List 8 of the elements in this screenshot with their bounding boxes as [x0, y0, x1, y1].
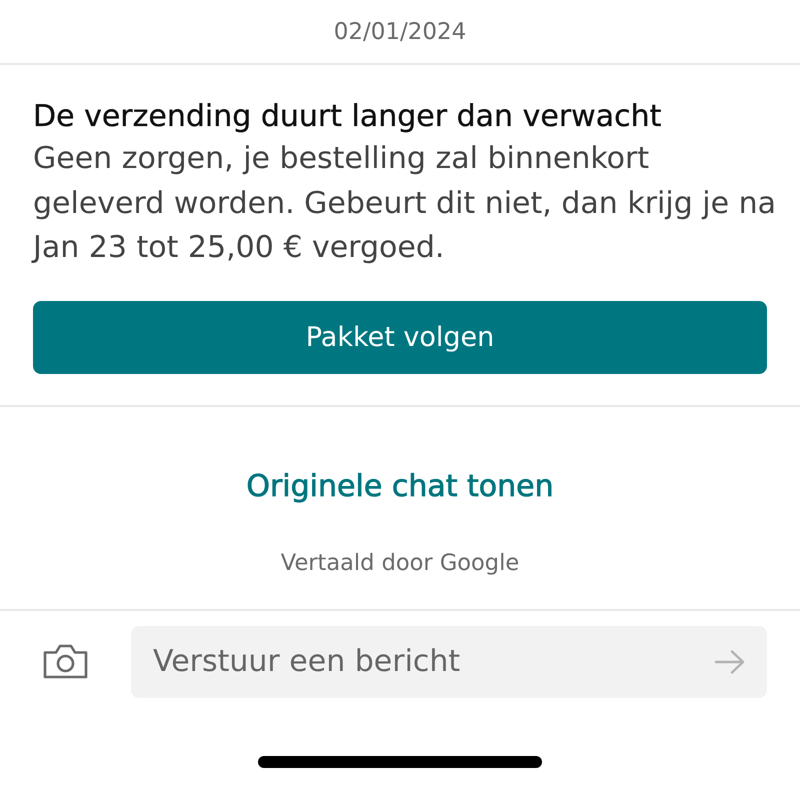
track-package-button[interactable]: Pakket volgen — [33, 300, 767, 374]
date-label: 02/01/2024 — [334, 18, 466, 46]
message-field[interactable]: Verstuur een bericht — [131, 626, 767, 698]
message-title: De verzending duurt langer dan verwacht — [33, 98, 662, 136]
message-body: Geen zorgen, je bestelling zal binnenkort geleverd worden. Gebeurt dit niet, dan krijg je na Jan 23 tot 25,00 € vergoed. — [33, 140, 777, 267]
camera-icon[interactable] — [43, 644, 88, 679]
show-original-link[interactable]: Originele chat tonen — [246, 466, 554, 506]
translation-note: Vertaald door Google — [280, 548, 520, 578]
